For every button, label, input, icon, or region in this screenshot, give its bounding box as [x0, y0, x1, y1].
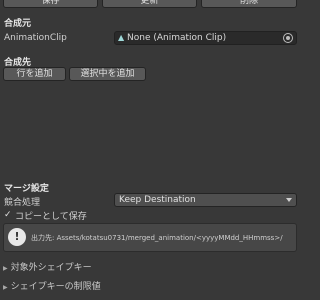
animation-clip-icon: ▲ — [118, 33, 125, 42]
chevron-down-icon — [286, 198, 292, 202]
update-button[interactable]: 更新 — [102, 0, 197, 8]
merge-section-title: マージ設定 — [4, 184, 49, 194]
add-row-button[interactable]: 行を追加 — [3, 67, 66, 81]
save-button[interactable]: 保存 — [3, 0, 98, 8]
animation-clip-label: AnimationClip — [4, 33, 67, 43]
conflict-label: 競合処理 — [4, 198, 41, 208]
conflict-value: Keep Destination — [119, 195, 196, 205]
animation-clip-value: None (Animation Clip) — [127, 33, 227, 43]
conflict-dropdown[interactable]: Keep Destination — [114, 193, 297, 207]
info-text: 出力先: Assets/kotatsu0731/merged_animation… — [31, 234, 283, 242]
info-helpbox: ! 出力先: Assets/kotatsu0731/merged_animati… — [3, 223, 297, 252]
shapekey-limits-foldout[interactable]: ▶ シェイプキーの制限値 — [3, 279, 101, 292]
copy-checkbox[interactable]: ✓ — [4, 210, 12, 220]
source-section-title: 合成元 — [4, 19, 32, 29]
excluded-shapekeys-foldout[interactable]: ▶ 対象外シェイプキー — [3, 260, 92, 273]
excluded-shapekeys-label: 対象外シェイプキー — [10, 263, 92, 273]
animation-clip-field[interactable]: ▲ None (Animation Clip) — [114, 31, 297, 45]
object-picker-icon[interactable] — [283, 33, 293, 43]
chevron-right-icon: ▶ — [3, 284, 8, 291]
info-icon: ! — [8, 228, 26, 246]
add-selected-button[interactable]: 選択中を追加 — [69, 67, 146, 81]
copy-label: コピーとして保存 — [15, 212, 87, 222]
chevron-right-icon: ▶ — [3, 265, 8, 272]
shapekey-limits-label: シェイプキーの制限値 — [10, 282, 101, 292]
delete-button[interactable]: 削除 — [201, 0, 297, 8]
